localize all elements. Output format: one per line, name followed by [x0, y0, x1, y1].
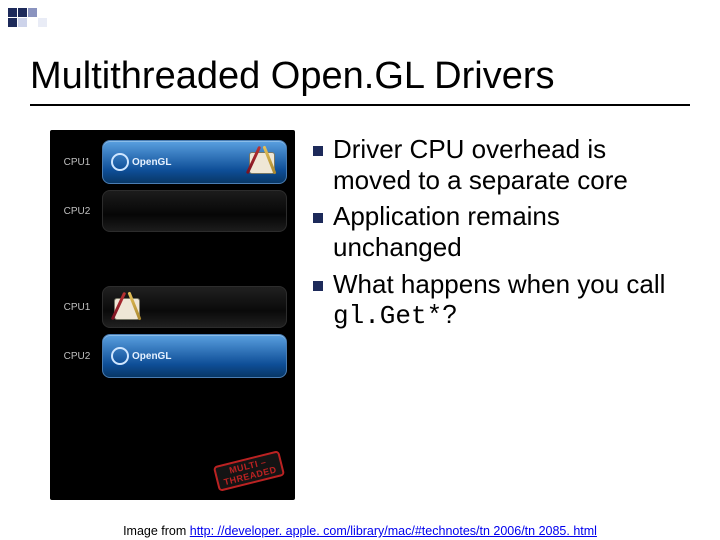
slide-title: Multithreaded Open.GL Drivers: [30, 55, 690, 98]
corner-decoration: [8, 8, 77, 27]
image-credit: Image from http: //developer. apple. com…: [0, 524, 720, 538]
figure-row-cpu2-top: CPU2: [58, 190, 287, 232]
bullet-text-prefix: What happens when you call: [333, 269, 665, 299]
cpu-label: CPU2: [58, 206, 96, 217]
credit-label: Image from: [123, 524, 190, 538]
bullet-square-icon: [313, 146, 323, 156]
opengl-ring-icon: [111, 347, 129, 365]
opengl-text: OpenGL: [132, 351, 171, 362]
figure-row-cpu1-bottom: CPU1: [58, 286, 287, 328]
content-area: CPU1 OpenGL CPU2 CPU1: [50, 130, 690, 500]
credit-link[interactable]: http: //developer. apple. com/library/ma…: [190, 524, 597, 538]
title-underline: [30, 104, 690, 106]
bullet-text: Driver CPU overhead is moved to a separa…: [333, 134, 690, 195]
figure-row-cpu1-top: CPU1 OpenGL: [58, 140, 287, 184]
bar-empty: [102, 190, 287, 232]
opengl-logo: OpenGL: [111, 153, 171, 171]
bullet-square-icon: [313, 213, 323, 223]
bar-app-only: [102, 286, 287, 328]
cpu-label: CPU1: [58, 302, 96, 313]
bullet-item: What happens when you call gl.Get*?: [313, 269, 690, 332]
figure-gap: [58, 238, 287, 280]
bar-opengl-app: OpenGL: [102, 140, 287, 184]
bullet-list: Driver CPU overhead is moved to a separa…: [313, 130, 690, 500]
bullet-item: Driver CPU overhead is moved to a separa…: [313, 134, 690, 195]
opengl-logo: OpenGL: [111, 347, 171, 365]
bar-opengl-only: OpenGL: [102, 334, 287, 378]
slide: Multithreaded Open.GL Drivers CPU1 OpenG…: [0, 0, 720, 540]
bullet-text-suffix: ?: [442, 299, 456, 329]
app-icon: [246, 145, 280, 179]
opengl-text: OpenGL: [132, 157, 171, 168]
bullet-item: Application remains unchanged: [313, 201, 690, 262]
figure-row-cpu2-bottom: CPU2 OpenGL: [58, 334, 287, 378]
multithreaded-stamp: MULTI – THREADED: [213, 450, 285, 492]
title-area: Multithreaded Open.GL Drivers: [30, 55, 690, 106]
bullet-text: Application remains unchanged: [333, 201, 690, 262]
figure-panel: CPU1 OpenGL CPU2 CPU1: [50, 130, 295, 500]
bullet-code: gl.Get*: [333, 301, 442, 331]
app-icon: [111, 291, 145, 325]
cpu-label: CPU1: [58, 157, 96, 168]
bullet-text: What happens when you call gl.Get*?: [333, 269, 690, 332]
bullet-square-icon: [313, 281, 323, 291]
cpu-label: CPU2: [58, 351, 96, 362]
opengl-ring-icon: [111, 153, 129, 171]
